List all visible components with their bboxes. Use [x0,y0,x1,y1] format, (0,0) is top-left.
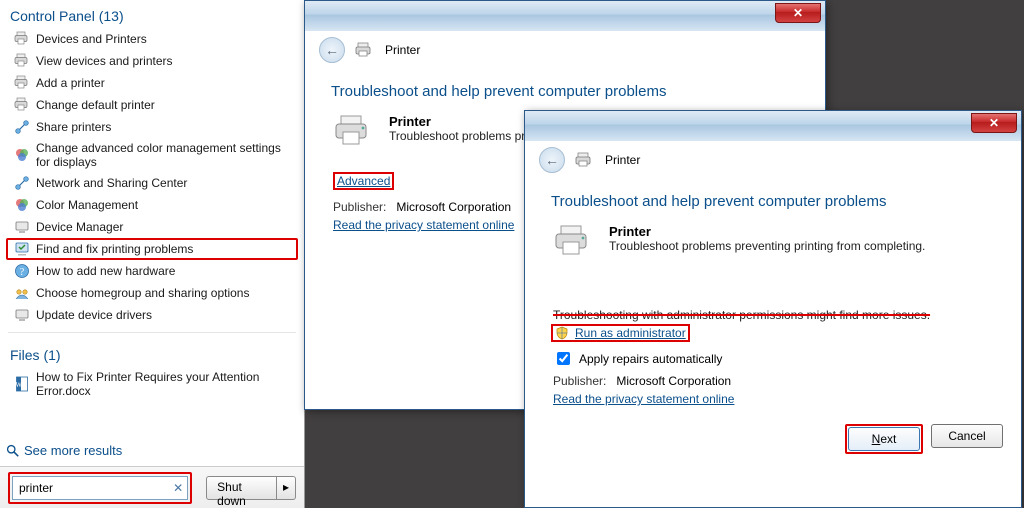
control-panel-item[interactable]: Change advanced color management setting… [6,138,298,172]
svg-text:W: W [15,381,22,389]
control-panel-item[interactable]: Devices and Printers [6,28,298,50]
printer-icon [553,224,595,260]
shutdown-button[interactable]: Shut down ▸ [206,476,296,500]
back-button[interactable]: ← [539,147,565,173]
search-input[interactable] [12,476,188,500]
control-panel-item-label: Device Manager [36,220,123,234]
window-titlebar[interactable]: ✕ [305,1,825,31]
page-heading: Troubleshoot and help prevent computer p… [525,183,1021,224]
run-as-admin-link[interactable]: Run as administrator [575,326,686,340]
network-icon [14,119,30,135]
printer-small-icon [575,152,595,168]
control-panel-item-label: View devices and printers [36,54,173,68]
control-panel-item[interactable]: Share printers [6,116,298,138]
control-panel-item-label: Find and fix printing problems [36,242,193,256]
homegroup-icon [14,285,30,301]
control-panel-item-label: Add a printer [36,76,105,90]
back-button[interactable]: ← [319,37,345,63]
printer-small-icon [355,42,375,58]
search-icon [6,444,20,458]
breadcrumb: ← Printer [525,141,1021,183]
troubleshooter-subtitle: Troubleshoot problems preve [389,129,545,143]
troubleshooter-title: Printer [389,114,545,129]
publisher-label: Publisher: [553,374,606,388]
breadcrumb: ← Printer [305,31,825,73]
control-panel-item-label: Network and Sharing Center [36,176,187,190]
breadcrumb-label: Printer [605,153,640,167]
printers-icon [14,31,30,47]
close-button[interactable]: ✕ [775,3,821,23]
breadcrumb-label: Printer [385,43,420,57]
control-panel-item-label: Devices and Printers [36,32,147,46]
control-panel-item-label: Color Management [36,198,138,212]
advanced-highlight: Advanced [333,172,394,190]
printers-icon [14,75,30,91]
publisher-value: Microsoft Corporation [396,200,511,214]
privacy-link[interactable]: Read the privacy statement online [333,218,514,232]
next-highlight: Next [845,424,923,454]
color-icon [14,147,30,163]
shield-icon [555,326,569,340]
control-panel-item[interactable]: Find and fix printing problems [6,238,298,260]
device-icon [14,307,30,323]
publisher-label: Publisher: [333,200,386,214]
search-highlight: ✕ [8,472,192,504]
start-search-panel: Control Panel (13) Devices and Printers V… [0,0,305,508]
control-panel-item-label: Update device drivers [36,308,152,322]
admin-notice: Troubleshooting with administrator permi… [525,308,1021,322]
files-header: Files (1) [0,339,304,367]
file-result-label: How to Fix Printer Requires your Attenti… [36,370,290,398]
control-panel-item[interactable]: Network and Sharing Center [6,172,298,194]
printers-icon [14,97,30,113]
control-panel-item[interactable]: View devices and printers [6,50,298,72]
docx-icon: W [14,376,30,392]
privacy-link[interactable]: Read the privacy statement online [553,392,734,406]
device-icon [14,219,30,235]
control-panel-item[interactable]: Choose homegroup and sharing options [6,282,298,304]
see-more-label: See more results [24,443,122,458]
network-icon [14,175,30,191]
printers-icon [14,53,30,69]
files-results: W How to Fix Printer Requires your Attent… [0,367,304,401]
clear-search-icon[interactable]: ✕ [173,481,183,495]
color-icon [14,197,30,213]
control-panel-item-label: Share printers [36,120,111,134]
shutdown-label: Shut down [207,477,276,499]
start-bottom-bar: ✕ Shut down ▸ [0,466,304,508]
file-result-item[interactable]: W How to Fix Printer Requires your Attent… [6,367,298,401]
control-panel-item[interactable]: Update device drivers [6,304,298,326]
control-panel-item-label: Change advanced color management setting… [36,141,290,169]
close-button[interactable]: ✕ [971,113,1017,133]
control-panel-item[interactable]: Change default printer [6,94,298,116]
next-button[interactable]: Next [848,427,920,451]
page-heading: Troubleshoot and help prevent computer p… [305,73,825,114]
control-panel-item-label: Change default printer [36,98,155,112]
publisher-value: Microsoft Corporation [616,374,731,388]
help-icon: ? [14,263,30,279]
troubleshoot-icon [14,241,30,257]
advanced-link[interactable]: Advanced [337,174,390,188]
see-more-results-link[interactable]: See more results [0,441,132,460]
control-panel-item[interactable]: Color Management [6,194,298,216]
control-panel-item[interactable]: Device Manager [6,216,298,238]
control-panel-item[interactable]: ? How to add new hardware [6,260,298,282]
troubleshooter-subtitle: Troubleshoot problems preventing printin… [609,239,925,253]
troubleshooter-title: Printer [609,224,925,239]
control-panel-item[interactable]: Add a printer [6,72,298,94]
window-titlebar[interactable]: ✕ [525,111,1021,141]
svg-text:?: ? [20,267,25,278]
cancel-button[interactable]: Cancel [931,424,1003,448]
apply-repairs-label: Apply repairs automatically [579,352,722,366]
troubleshooter-window-advanced: ✕ ← Printer Troubleshoot and help preven… [524,110,1022,508]
control-panel-header: Control Panel (13) [0,0,304,28]
control-panel-item-label: How to add new hardware [36,264,175,278]
control-panel-item-label: Choose homegroup and sharing options [36,286,249,300]
control-panel-results: Devices and Printers View devices and pri… [0,28,304,326]
runas-highlight: Run as administrator [551,324,690,342]
chevron-right-icon[interactable]: ▸ [276,477,295,499]
apply-repairs-checkbox[interactable] [557,352,570,365]
printer-icon [333,114,375,150]
